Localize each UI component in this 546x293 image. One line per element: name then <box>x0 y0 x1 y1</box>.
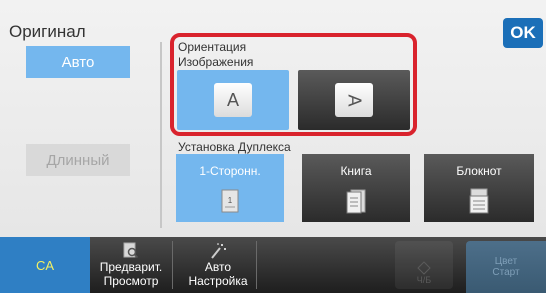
duplex-tablet-label: Блокнот <box>456 164 502 178</box>
duplex-one-sided-button[interactable]: 1-Сторонн. 1 <box>176 154 284 222</box>
color-start-label-line2: Старт <box>492 267 520 278</box>
start-diamond-icon <box>417 261 431 275</box>
bw-start-label: Ч/Б <box>416 275 432 285</box>
duplex-one-sided-label: 1-Сторонн. <box>199 164 261 178</box>
auto-setting-label-line2: Настройка <box>188 274 248 288</box>
bar-separator <box>172 241 173 289</box>
auto-button[interactable]: Авто <box>26 46 130 78</box>
preview-button[interactable]: Предварит. Просмотр <box>90 237 172 293</box>
tablet-doc-icon <box>469 188 489 214</box>
divider <box>160 42 162 228</box>
duplex-label: Установка Дуплекса <box>178 140 291 154</box>
color-start-button[interactable]: Цвет Старт <box>466 241 546 293</box>
orientation-highlight-box <box>170 33 417 136</box>
preview-magnifier-icon <box>123 242 139 259</box>
preview-label-line2: Просмотр <box>103 274 159 288</box>
auto-setting-button[interactable]: Авто Настройка <box>180 237 256 293</box>
page-title: Оригинал <box>9 22 86 41</box>
duplex-book-label: Книга <box>340 164 372 178</box>
ok-button[interactable]: OK <box>503 18 543 48</box>
preview-label-line1: Предварит. <box>99 260 163 274</box>
magic-wand-icon <box>211 243 226 259</box>
bw-start-button[interactable]: Ч/Б <box>395 241 453 289</box>
duplex-tablet-button[interactable]: Блокнот <box>424 154 534 222</box>
svg-text:1: 1 <box>228 196 233 205</box>
long-button[interactable]: Длинный <box>26 144 130 176</box>
book-doc-icon <box>346 189 366 214</box>
ca-button[interactable]: CA <box>0 237 90 293</box>
auto-setting-label-line1: Авто <box>204 260 232 274</box>
one-sided-doc-icon: 1 <box>221 189 239 213</box>
bar-separator <box>256 241 257 289</box>
duplex-book-button[interactable]: Книга <box>302 154 410 222</box>
color-start-label-line1: Цвет <box>494 256 518 267</box>
